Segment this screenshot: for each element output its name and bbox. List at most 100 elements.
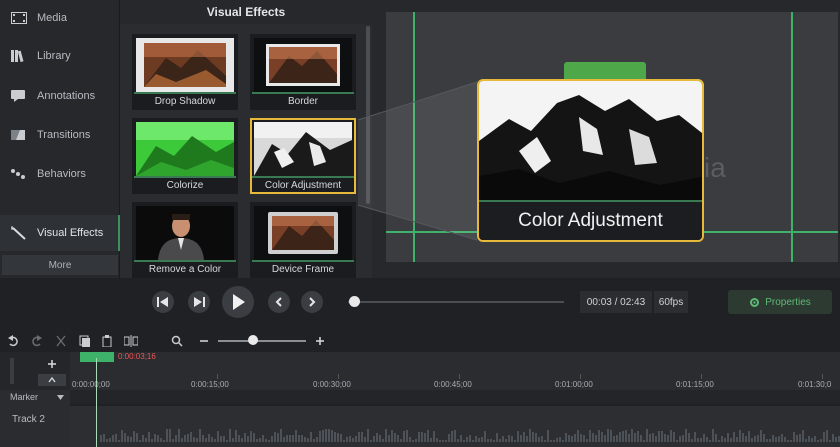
previous-clip-button[interactable] — [268, 291, 290, 313]
paste-button[interactable] — [100, 334, 114, 348]
sidebar-item-label: Library — [37, 50, 71, 62]
time-display: 00:03 / 02:43 — [580, 291, 652, 313]
effect-tile-colorize[interactable]: Colorize — [132, 118, 238, 194]
effect-label: Colorize — [134, 176, 236, 192]
track-header[interactable]: Track 2 — [0, 404, 70, 447]
search-icon — [171, 335, 183, 347]
redo-icon — [32, 335, 42, 347]
track-label: Track 2 — [12, 414, 45, 425]
ruler-label: 0:00:15;00 — [191, 380, 229, 389]
minus-icon — [200, 340, 208, 342]
scrub-bar[interactable] — [348, 301, 564, 303]
chevron-right-icon — [309, 297, 316, 307]
timeline-toolbar — [0, 330, 840, 352]
step-back-button[interactable] — [152, 291, 174, 313]
scissors-icon — [56, 335, 66, 347]
effect-tile-border[interactable]: Border — [250, 34, 356, 110]
effect-thumbnail — [254, 122, 352, 176]
zoom-slider-handle[interactable] — [248, 335, 258, 345]
effect-preview-callout: Color Adjustment — [477, 79, 704, 242]
split-icon — [124, 335, 138, 347]
sidebar-item-library[interactable]: Library — [0, 38, 120, 74]
marker-track[interactable] — [70, 390, 840, 404]
play-button[interactable] — [222, 286, 254, 318]
sidebar-item-media[interactable]: Media — [0, 0, 120, 36]
ruler-label: 0:00:45;00 — [434, 380, 472, 389]
ruler-label: 0:01:00;00 — [555, 380, 593, 389]
effect-label: Border — [252, 92, 354, 108]
effect-label: Device Frame — [252, 260, 354, 276]
panel-scrollbar[interactable] — [366, 26, 370, 204]
effect-label: Remove a Color — [134, 260, 236, 276]
ruler-label: 0:00:00;00 — [72, 380, 110, 389]
transition-icon — [10, 128, 28, 142]
copy-button[interactable] — [78, 334, 92, 348]
sidebar-item-visual-effects[interactable]: Visual Effects — [0, 215, 120, 251]
library-icon — [10, 49, 28, 63]
cut-button[interactable] — [54, 334, 68, 348]
chevron-left-icon — [275, 297, 282, 307]
undo-icon — [8, 335, 18, 347]
effect-thumbnail — [136, 38, 234, 92]
undo-button[interactable] — [6, 334, 20, 348]
sidebar-item-label: Behaviors — [37, 168, 86, 180]
audio-waveform — [100, 429, 840, 442]
step-back-icon — [157, 297, 168, 307]
zoom-icon-button[interactable] — [170, 334, 184, 348]
add-track-button[interactable] — [40, 356, 64, 372]
step-forward-icon — [194, 297, 205, 307]
sidebar-item-label: Annotations — [37, 90, 96, 102]
playhead-time: 0:00:03;16 — [118, 352, 156, 361]
more-button[interactable]: More — [2, 255, 118, 275]
behavior-icon — [10, 167, 28, 181]
zoom-out-button[interactable] — [197, 334, 211, 348]
split-button[interactable] — [124, 334, 138, 348]
sidebar-item-transitions[interactable]: Transitions — [0, 117, 120, 153]
sidebar-item-label: Visual Effects — [37, 227, 104, 239]
film-icon — [10, 11, 28, 25]
effect-thumbnail — [254, 206, 352, 260]
zoom-in-button[interactable] — [313, 334, 327, 348]
watermark-text: ia — [704, 152, 726, 183]
effect-thumbnail — [254, 38, 352, 92]
effect-tile-color-adjustment[interactable]: Color Adjustment — [250, 118, 356, 194]
track-height-slider[interactable] — [10, 358, 14, 384]
track-2-lane[interactable] — [70, 406, 840, 447]
sidebar-item-label: Media — [37, 12, 67, 24]
effect-label: Drop Shadow — [134, 92, 236, 108]
callout-title: Color Adjustment — [479, 200, 702, 240]
effect-tile-remove-a-color[interactable]: Remove a Color — [132, 202, 238, 278]
plus-icon — [316, 337, 324, 345]
effect-tile-drop-shadow[interactable]: Drop Shadow — [132, 34, 238, 110]
ruler-label: 0:00:30;00 — [313, 380, 351, 389]
playhead-handle[interactable] — [80, 352, 114, 362]
copy-icon — [79, 335, 90, 347]
sidebar-item-behaviors[interactable]: Behaviors — [0, 156, 120, 192]
gear-icon — [750, 297, 760, 307]
plus-icon — [48, 360, 56, 368]
effect-thumbnail — [136, 206, 234, 260]
sidebar-item-annotations[interactable]: Annotations — [0, 78, 120, 114]
chevron-down-icon — [57, 394, 64, 400]
redo-button[interactable] — [30, 334, 44, 348]
app-window: Media Library Annotations Transitions Be… — [0, 0, 840, 447]
panel-title: Visual Effects — [120, 0, 372, 24]
paste-icon — [102, 335, 112, 347]
timeline-ruler[interactable]: 0:00:00;00 0:00:15;00 0:00:30;00 0:00:45… — [70, 352, 840, 390]
scrub-handle[interactable] — [349, 296, 360, 307]
ruler-label: 0:01:15;00 — [676, 380, 714, 389]
zoom-slider[interactable] — [218, 340, 306, 342]
playhead-line — [96, 358, 97, 447]
next-clip-button[interactable] — [301, 291, 323, 313]
callout-image — [479, 81, 702, 200]
sidebar-item-label: Transitions — [37, 129, 91, 141]
step-forward-button[interactable] — [188, 291, 210, 313]
wand-icon — [10, 226, 28, 240]
collapse-tracks-button[interactable] — [38, 374, 66, 386]
tool-sidebar: Media Library Annotations Transitions Be… — [0, 0, 120, 278]
marker-track-header[interactable]: Marker — [0, 390, 70, 404]
fps-display: 60fps — [654, 291, 688, 313]
effect-tile-device-frame[interactable]: Device Frame — [250, 202, 356, 278]
play-icon — [233, 294, 245, 310]
properties-button[interactable]: Properties — [728, 290, 832, 314]
